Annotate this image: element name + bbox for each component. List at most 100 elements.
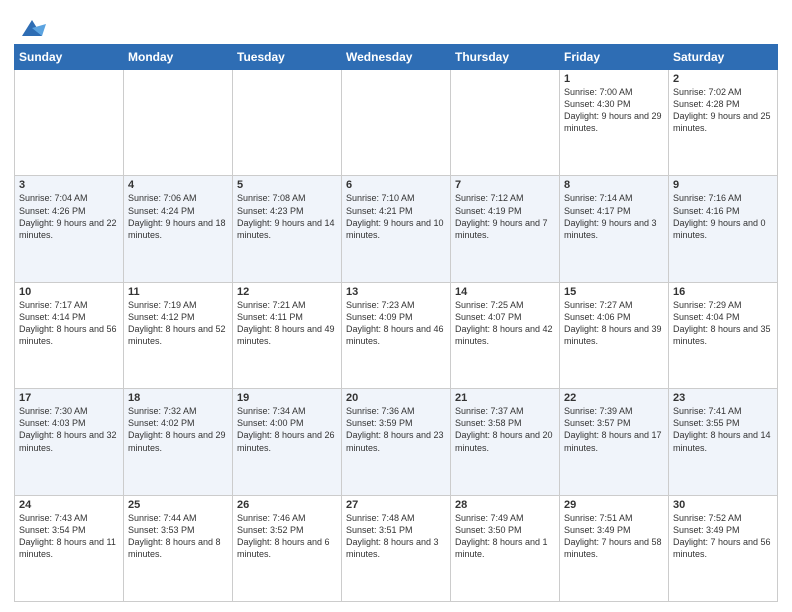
calendar-cell	[15, 70, 124, 176]
calendar-cell: 3Sunrise: 7:04 AM Sunset: 4:26 PM Daylig…	[15, 176, 124, 282]
cell-info: Sunrise: 7:00 AM Sunset: 4:30 PM Dayligh…	[564, 86, 664, 135]
cell-info: Sunrise: 7:51 AM Sunset: 3:49 PM Dayligh…	[564, 512, 664, 561]
day-number: 1	[564, 73, 664, 85]
cell-info: Sunrise: 7:17 AM Sunset: 4:14 PM Dayligh…	[19, 299, 119, 348]
day-number: 9	[673, 179, 773, 191]
day-number: 21	[455, 392, 555, 404]
calendar-cell: 19Sunrise: 7:34 AM Sunset: 4:00 PM Dayli…	[233, 389, 342, 495]
day-header-sunday: Sunday	[15, 45, 124, 70]
logo-text	[14, 14, 46, 42]
day-number: 17	[19, 392, 119, 404]
day-number: 22	[564, 392, 664, 404]
cell-info: Sunrise: 7:43 AM Sunset: 3:54 PM Dayligh…	[19, 512, 119, 561]
calendar-cell: 26Sunrise: 7:46 AM Sunset: 3:52 PM Dayli…	[233, 495, 342, 601]
calendar-cell: 20Sunrise: 7:36 AM Sunset: 3:59 PM Dayli…	[342, 389, 451, 495]
day-number: 12	[237, 286, 337, 298]
header-row: SundayMondayTuesdayWednesdayThursdayFrid…	[15, 45, 778, 70]
cell-info: Sunrise: 7:25 AM Sunset: 4:07 PM Dayligh…	[455, 299, 555, 348]
cell-info: Sunrise: 7:39 AM Sunset: 3:57 PM Dayligh…	[564, 405, 664, 454]
logo-icon	[18, 14, 46, 42]
cell-info: Sunrise: 7:49 AM Sunset: 3:50 PM Dayligh…	[455, 512, 555, 561]
calendar-cell	[233, 70, 342, 176]
day-number: 6	[346, 179, 446, 191]
cell-info: Sunrise: 7:12 AM Sunset: 4:19 PM Dayligh…	[455, 192, 555, 241]
week-row-1: 1Sunrise: 7:00 AM Sunset: 4:30 PM Daylig…	[15, 70, 778, 176]
cell-info: Sunrise: 7:02 AM Sunset: 4:28 PM Dayligh…	[673, 86, 773, 135]
calendar-cell: 12Sunrise: 7:21 AM Sunset: 4:11 PM Dayli…	[233, 282, 342, 388]
day-number: 26	[237, 499, 337, 511]
day-number: 16	[673, 286, 773, 298]
cell-info: Sunrise: 7:04 AM Sunset: 4:26 PM Dayligh…	[19, 192, 119, 241]
cell-info: Sunrise: 7:34 AM Sunset: 4:00 PM Dayligh…	[237, 405, 337, 454]
day-number: 29	[564, 499, 664, 511]
week-row-2: 3Sunrise: 7:04 AM Sunset: 4:26 PM Daylig…	[15, 176, 778, 282]
calendar-cell: 29Sunrise: 7:51 AM Sunset: 3:49 PM Dayli…	[560, 495, 669, 601]
page: SundayMondayTuesdayWednesdayThursdayFrid…	[0, 0, 792, 612]
day-number: 11	[128, 286, 228, 298]
calendar-cell: 9Sunrise: 7:16 AM Sunset: 4:16 PM Daylig…	[669, 176, 778, 282]
calendar-cell: 8Sunrise: 7:14 AM Sunset: 4:17 PM Daylig…	[560, 176, 669, 282]
calendar-cell: 17Sunrise: 7:30 AM Sunset: 4:03 PM Dayli…	[15, 389, 124, 495]
calendar-cell: 1Sunrise: 7:00 AM Sunset: 4:30 PM Daylig…	[560, 70, 669, 176]
cell-info: Sunrise: 7:06 AM Sunset: 4:24 PM Dayligh…	[128, 192, 228, 241]
calendar: SundayMondayTuesdayWednesdayThursdayFrid…	[14, 44, 778, 602]
calendar-cell: 11Sunrise: 7:19 AM Sunset: 4:12 PM Dayli…	[124, 282, 233, 388]
cell-info: Sunrise: 7:44 AM Sunset: 3:53 PM Dayligh…	[128, 512, 228, 561]
day-number: 24	[19, 499, 119, 511]
cell-info: Sunrise: 7:46 AM Sunset: 3:52 PM Dayligh…	[237, 512, 337, 561]
cell-info: Sunrise: 7:37 AM Sunset: 3:58 PM Dayligh…	[455, 405, 555, 454]
day-number: 23	[673, 392, 773, 404]
day-header-friday: Friday	[560, 45, 669, 70]
day-header-tuesday: Tuesday	[233, 45, 342, 70]
day-header-monday: Monday	[124, 45, 233, 70]
calendar-cell: 6Sunrise: 7:10 AM Sunset: 4:21 PM Daylig…	[342, 176, 451, 282]
cell-info: Sunrise: 7:23 AM Sunset: 4:09 PM Dayligh…	[346, 299, 446, 348]
day-number: 7	[455, 179, 555, 191]
day-number: 4	[128, 179, 228, 191]
calendar-cell: 5Sunrise: 7:08 AM Sunset: 4:23 PM Daylig…	[233, 176, 342, 282]
day-number: 15	[564, 286, 664, 298]
day-number: 2	[673, 73, 773, 85]
week-row-5: 24Sunrise: 7:43 AM Sunset: 3:54 PM Dayli…	[15, 495, 778, 601]
cell-info: Sunrise: 7:52 AM Sunset: 3:49 PM Dayligh…	[673, 512, 773, 561]
cell-info: Sunrise: 7:10 AM Sunset: 4:21 PM Dayligh…	[346, 192, 446, 241]
calendar-cell: 24Sunrise: 7:43 AM Sunset: 3:54 PM Dayli…	[15, 495, 124, 601]
day-number: 25	[128, 499, 228, 511]
week-row-3: 10Sunrise: 7:17 AM Sunset: 4:14 PM Dayli…	[15, 282, 778, 388]
calendar-cell: 18Sunrise: 7:32 AM Sunset: 4:02 PM Dayli…	[124, 389, 233, 495]
calendar-cell: 23Sunrise: 7:41 AM Sunset: 3:55 PM Dayli…	[669, 389, 778, 495]
calendar-cell: 27Sunrise: 7:48 AM Sunset: 3:51 PM Dayli…	[342, 495, 451, 601]
cell-info: Sunrise: 7:19 AM Sunset: 4:12 PM Dayligh…	[128, 299, 228, 348]
calendar-cell: 4Sunrise: 7:06 AM Sunset: 4:24 PM Daylig…	[124, 176, 233, 282]
day-number: 10	[19, 286, 119, 298]
calendar-cell: 15Sunrise: 7:27 AM Sunset: 4:06 PM Dayli…	[560, 282, 669, 388]
cell-info: Sunrise: 7:29 AM Sunset: 4:04 PM Dayligh…	[673, 299, 773, 348]
cell-info: Sunrise: 7:16 AM Sunset: 4:16 PM Dayligh…	[673, 192, 773, 241]
calendar-cell: 25Sunrise: 7:44 AM Sunset: 3:53 PM Dayli…	[124, 495, 233, 601]
logo	[14, 14, 46, 38]
calendar-cell	[124, 70, 233, 176]
day-number: 3	[19, 179, 119, 191]
day-number: 8	[564, 179, 664, 191]
calendar-cell: 7Sunrise: 7:12 AM Sunset: 4:19 PM Daylig…	[451, 176, 560, 282]
calendar-cell: 28Sunrise: 7:49 AM Sunset: 3:50 PM Dayli…	[451, 495, 560, 601]
cell-info: Sunrise: 7:48 AM Sunset: 3:51 PM Dayligh…	[346, 512, 446, 561]
day-header-wednesday: Wednesday	[342, 45, 451, 70]
day-number: 30	[673, 499, 773, 511]
calendar-cell: 14Sunrise: 7:25 AM Sunset: 4:07 PM Dayli…	[451, 282, 560, 388]
calendar-cell: 10Sunrise: 7:17 AM Sunset: 4:14 PM Dayli…	[15, 282, 124, 388]
day-header-thursday: Thursday	[451, 45, 560, 70]
day-number: 28	[455, 499, 555, 511]
cell-info: Sunrise: 7:30 AM Sunset: 4:03 PM Dayligh…	[19, 405, 119, 454]
calendar-cell	[342, 70, 451, 176]
day-number: 20	[346, 392, 446, 404]
cell-info: Sunrise: 7:08 AM Sunset: 4:23 PM Dayligh…	[237, 192, 337, 241]
cell-info: Sunrise: 7:36 AM Sunset: 3:59 PM Dayligh…	[346, 405, 446, 454]
day-number: 19	[237, 392, 337, 404]
header	[14, 10, 778, 38]
week-row-4: 17Sunrise: 7:30 AM Sunset: 4:03 PM Dayli…	[15, 389, 778, 495]
day-number: 5	[237, 179, 337, 191]
calendar-cell: 16Sunrise: 7:29 AM Sunset: 4:04 PM Dayli…	[669, 282, 778, 388]
cell-info: Sunrise: 7:14 AM Sunset: 4:17 PM Dayligh…	[564, 192, 664, 241]
calendar-cell: 2Sunrise: 7:02 AM Sunset: 4:28 PM Daylig…	[669, 70, 778, 176]
